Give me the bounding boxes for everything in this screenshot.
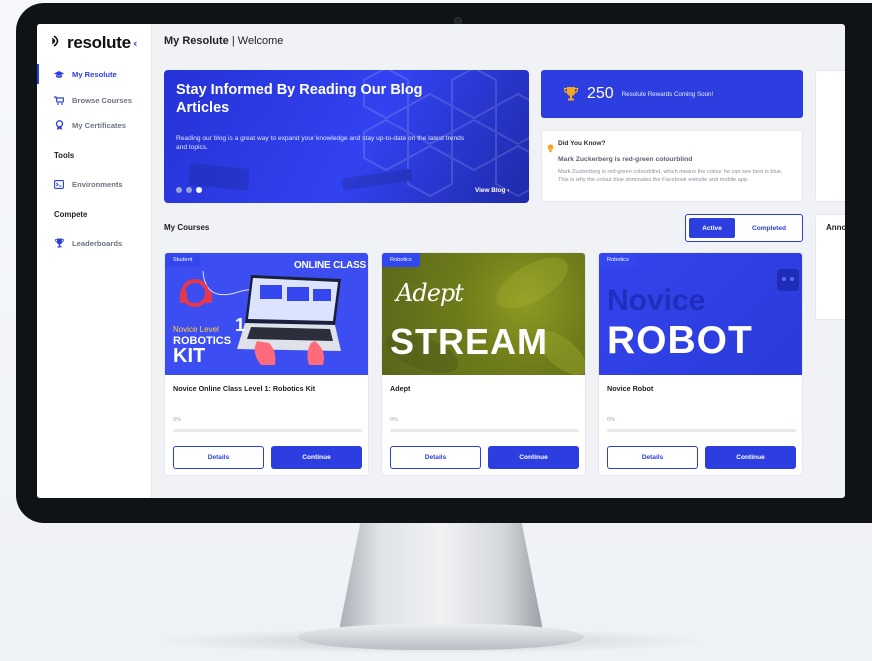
details-button[interactable]: Details bbox=[390, 446, 481, 469]
course-title[interactable]: Adept bbox=[390, 384, 410, 393]
announcements-heading: Anno bbox=[826, 223, 845, 232]
course-card: Student ONLINE CLASS Novice Level 1 ROBO… bbox=[164, 252, 369, 476]
breadcrumb-separator: | bbox=[231, 35, 235, 47]
sidebar-item-leaderboards[interactable]: Leaderboards bbox=[37, 233, 152, 253]
carousel-dots bbox=[176, 187, 202, 193]
progress-bar bbox=[607, 429, 796, 432]
course-status-toggle: Active Completed bbox=[685, 214, 803, 242]
progress-bar bbox=[173, 429, 362, 432]
thumb-text: KIT bbox=[173, 345, 206, 367]
progress-label: 0% bbox=[390, 417, 399, 423]
details-button[interactable]: Details bbox=[607, 446, 698, 469]
reward-points: 250 bbox=[587, 85, 614, 102]
monitor-stand-neck bbox=[338, 519, 544, 631]
thumb-text: ROBOT bbox=[607, 319, 753, 362]
thumb-text: ONLINE CLASS bbox=[293, 260, 366, 271]
thumb-text: Novice bbox=[607, 284, 706, 317]
monitor-stand-base bbox=[298, 624, 584, 650]
did-you-know-title: Did You Know? bbox=[558, 140, 606, 147]
sidebar-section-compete: Compete bbox=[54, 210, 88, 219]
graduation-cap-icon bbox=[54, 69, 64, 79]
course-thumbnail[interactable]: Robotics Adept STREAM bbox=[382, 253, 585, 375]
cart-icon bbox=[54, 95, 64, 105]
continue-button[interactable]: Continue bbox=[271, 446, 362, 469]
sidebar-item-environments[interactable]: Environments bbox=[37, 174, 152, 194]
sidebar-item-label: Leaderboards bbox=[72, 238, 123, 248]
logo[interactable]: resolute bbox=[51, 33, 131, 53]
page-subtitle: Welcome bbox=[237, 35, 284, 47]
terminal-icon bbox=[54, 179, 64, 189]
fact-headline: Mark Zuckerberg is red-green colourblind bbox=[558, 156, 693, 163]
logo-text: resolute bbox=[67, 33, 131, 52]
right-side-panel bbox=[815, 70, 845, 202]
continue-button[interactable]: Continue bbox=[488, 446, 579, 469]
logo-mark-icon bbox=[51, 34, 63, 52]
sidebar-item-label: Environments bbox=[72, 179, 123, 189]
lightbulb-icon bbox=[547, 138, 554, 153]
carousel-dot-active[interactable] bbox=[196, 187, 202, 193]
announcements-panel: Anno bbox=[815, 214, 845, 320]
course-tag: Robotics bbox=[382, 253, 420, 267]
tab-active[interactable]: Active bbox=[689, 218, 735, 238]
details-button[interactable]: Details bbox=[173, 446, 264, 469]
carousel-dot[interactable] bbox=[186, 187, 192, 193]
sidebar-section-tools: Tools bbox=[54, 151, 75, 160]
progress-label: 0% bbox=[173, 417, 182, 423]
view-blog-link[interactable]: View Blog › bbox=[475, 187, 509, 194]
course-thumbnail[interactable]: Robotics Novice ROBOT bbox=[599, 253, 802, 375]
sidebar-item-label: My Certificates bbox=[72, 120, 127, 130]
rewards-card: 250 Resolute Rewards Coming Soon! bbox=[541, 70, 803, 118]
course-tag: Robotics bbox=[599, 253, 637, 267]
course-thumbnail[interactable]: Student ONLINE CLASS Novice Level 1 ROBO… bbox=[165, 253, 368, 375]
sidebar-item-label: Browse Courses bbox=[72, 95, 132, 105]
award-icon bbox=[54, 120, 64, 130]
course-card: Robotics Novice ROBOT Novice Robot 0% De… bbox=[598, 252, 803, 476]
blog-banner[interactable]: Stay Informed By Reading Our Blog Articl… bbox=[164, 70, 529, 203]
trophy-icon bbox=[563, 86, 579, 102]
progress-bar bbox=[390, 429, 579, 432]
my-courses-title: My Courses bbox=[164, 223, 210, 232]
course-tag: Student bbox=[165, 253, 201, 267]
carousel-dot[interactable] bbox=[176, 187, 182, 193]
course-title[interactable]: Novice Online Class Level 1: Robotics Ki… bbox=[173, 384, 315, 393]
robot-eye bbox=[782, 277, 786, 281]
app-screen: resolute ‹ My Resolute Browse Courses My bbox=[37, 24, 845, 498]
monitor-mockup-scene: resolute ‹ My Resolute Browse Courses My bbox=[0, 0, 872, 661]
sidebar-item-my-resolute[interactable]: My Resolute bbox=[37, 64, 152, 84]
breadcrumb: My Resolute | Welcome bbox=[164, 35, 283, 47]
tab-completed[interactable]: Completed bbox=[739, 218, 799, 238]
progress-label: 0% bbox=[607, 417, 616, 423]
thumb-text: Adept bbox=[396, 279, 464, 307]
rewards-text: Resolute Rewards Coming Soon! bbox=[621, 90, 714, 98]
sidebar-item-label: My Resolute bbox=[72, 69, 117, 79]
course-title[interactable]: Novice Robot bbox=[607, 384, 653, 393]
thumb-text: 1 bbox=[235, 315, 246, 335]
fact-body: Mark Zuckerberg is red-green colourblind… bbox=[558, 169, 783, 183]
continue-button[interactable]: Continue bbox=[705, 446, 796, 469]
did-you-know-card: Did You Know? Mark Zuckerberg is red-gre… bbox=[541, 130, 803, 202]
page-title: My Resolute bbox=[164, 35, 229, 47]
sidebar-item-my-certificates[interactable]: My Certificates bbox=[37, 115, 152, 135]
sidebar: resolute ‹ My Resolute Browse Courses My bbox=[37, 24, 152, 498]
banner-title: Stay Informed By Reading Our Blog Articl… bbox=[176, 82, 423, 116]
course-card: Robotics Adept STREAM Adept 0% Details C… bbox=[381, 252, 586, 476]
banner-description: Reading our blog is a great way to expan… bbox=[176, 135, 465, 151]
chevron-left-icon[interactable]: ‹ bbox=[133, 37, 138, 50]
thumb-text: Novice Level bbox=[173, 325, 219, 334]
robot-eye bbox=[790, 277, 794, 281]
thumb-text: STREAM bbox=[390, 321, 548, 362]
robot-head-icon bbox=[777, 269, 799, 291]
sidebar-item-browse-courses[interactable]: Browse Courses bbox=[37, 90, 152, 110]
trophy-icon bbox=[54, 238, 64, 248]
